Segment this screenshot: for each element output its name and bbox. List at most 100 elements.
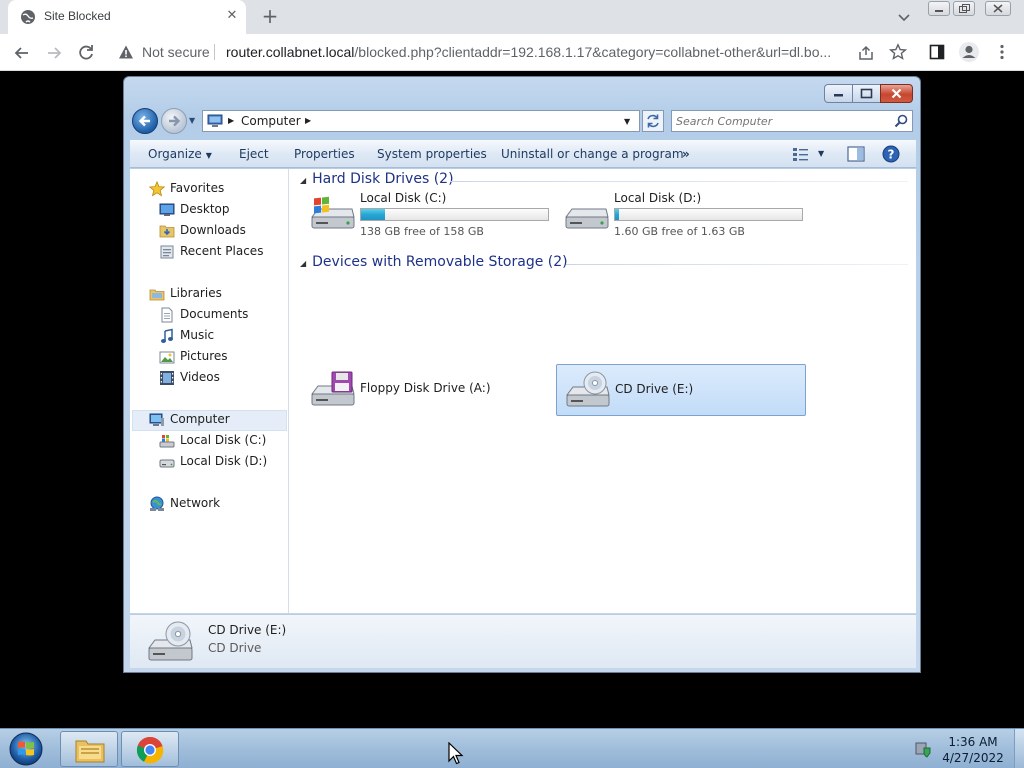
new-tab-icon[interactable]: +: [258, 5, 282, 29]
forward-arrow-icon: [169, 115, 181, 127]
preview-pane-icon[interactable]: [847, 146, 865, 162]
url-host: router.collabnet.local: [226, 44, 355, 60]
hard-drive-icon: [159, 459, 175, 468]
close-icon[interactable]: [985, 1, 1011, 16]
explorer-back-button[interactable]: [132, 108, 158, 134]
show-desktop-button[interactable]: [1014, 729, 1024, 768]
omnibox-divider: [214, 44, 215, 60]
drive-usage-bar: [614, 208, 803, 221]
drive-usage-bar: [360, 208, 549, 221]
view-options-icon[interactable]: [792, 147, 810, 161]
taskbar: 1:36 AM 4/27/2022: [0, 728, 1024, 768]
svg-text:?: ?: [888, 148, 895, 162]
nav-label: Libraries: [170, 286, 222, 300]
recent-pages-dropdown-icon[interactable]: ▼: [189, 116, 195, 125]
clock-time: 1:36 AM: [948, 735, 998, 749]
nav-label: Music: [180, 328, 215, 342]
profile-avatar-icon[interactable]: [958, 41, 980, 63]
star-icon: [149, 181, 165, 197]
drive-floppy-a[interactable]: Floppy Disk Drive (A:): [302, 364, 552, 416]
browser-tabstrip: Site Blocked ✕ +: [0, 0, 1024, 34]
minimize-icon[interactable]: [928, 1, 950, 16]
window-close-icon[interactable]: [880, 84, 913, 103]
uninstall-program-button[interactable]: Uninstall or change a program: [501, 147, 684, 161]
command-bar: Organize ▼ Eject Properties System proper…: [130, 140, 916, 168]
group-divider: [566, 264, 908, 265]
breadcrumb-arrow-icon[interactable]: ▶: [228, 116, 234, 125]
clock-date: 4/27/2022: [942, 751, 1004, 765]
video-film-icon: [160, 371, 174, 385]
properties-button[interactable]: Properties: [294, 147, 355, 161]
security-shield-icon[interactable]: [914, 740, 932, 758]
address-dropdown-icon[interactable]: ▼: [624, 117, 630, 126]
network-globe-icon: [150, 496, 164, 511]
browser-toolbar: Not secure router.collabnet.local/blocke…: [0, 34, 1024, 71]
window-maximize-icon[interactable]: [852, 84, 881, 103]
collapse-triangle-icon: ◢: [300, 176, 307, 185]
taskbar-explorer-button[interactable]: [60, 731, 118, 767]
url-path: /blocked.php?clientaddr=192.168.1.17&cat…: [354, 44, 832, 60]
eject-button[interactable]: Eject: [239, 147, 269, 161]
forward-arrow-icon[interactable]: [40, 39, 68, 67]
back-arrow-icon[interactable]: [8, 39, 36, 67]
refresh-button[interactable]: [642, 110, 664, 132]
taskbar-chrome-button[interactable]: [121, 731, 179, 767]
hard-drive-icon: [565, 208, 609, 229]
folder-icon: [75, 740, 105, 763]
view-options-dropdown-icon[interactable]: ▼: [818, 149, 824, 158]
help-icon[interactable]: ?: [882, 145, 900, 163]
downloads-folder-icon: [159, 225, 175, 238]
window-minimize-icon[interactable]: [824, 84, 853, 103]
globe-icon: [21, 10, 35, 24]
windows-start-icon[interactable]: [6, 731, 46, 767]
explorer-forward-button[interactable]: [161, 108, 187, 134]
cd-drive-icon: [148, 621, 193, 661]
share-icon[interactable]: [857, 44, 875, 62]
group-header-removable[interactable]: ◢ Devices with Removable Storage (2): [300, 254, 568, 270]
drive-usage-fill: [615, 209, 619, 220]
restore-icon[interactable]: [953, 1, 975, 16]
pictures-icon: [159, 351, 175, 364]
drive-name: Local Disk (C:): [360, 191, 447, 205]
browser-tab[interactable]: Site Blocked ✕: [8, 0, 246, 34]
warning-icon[interactable]: [118, 44, 134, 60]
tab-close-icon[interactable]: ✕: [224, 8, 240, 24]
security-label[interactable]: Not secure: [142, 44, 210, 60]
drive-free-space: 1.60 GB free of 1.63 GB: [614, 225, 745, 238]
system-properties-button[interactable]: System properties: [377, 147, 487, 161]
organize-label: Organize: [148, 147, 202, 161]
back-arrow-icon: [138, 115, 150, 127]
group-header-hard-disks[interactable]: ◢ Hard Disk Drives (2): [300, 171, 454, 187]
drive-cd-e[interactable]: CD Drive (E:): [556, 364, 806, 416]
menu-dots-icon[interactable]: [994, 43, 1010, 61]
side-panel-icon[interactable]: [929, 44, 945, 60]
search-input[interactable]: [676, 113, 886, 129]
chevron-down-icon: ▼: [205, 151, 212, 160]
drive-local-disk-d[interactable]: Local Disk (D:) 1.60 GB free of 1.63 GB: [556, 187, 806, 239]
nav-label: Local Disk (C:): [180, 433, 267, 447]
chevron-down-icon[interactable]: [893, 7, 915, 27]
more-commands-button[interactable]: »: [682, 147, 690, 161]
drive-local-disk-c[interactable]: Local Disk (C:) 138 GB free of 158 GB: [302, 187, 552, 239]
nav-label: Desktop: [180, 202, 230, 216]
libraries-icon: [149, 289, 165, 301]
breadcrumb-computer[interactable]: Computer: [241, 114, 301, 128]
search-box[interactable]: [671, 110, 913, 132]
documents-icon: [161, 307, 173, 323]
nav-label: Local Disk (D:): [180, 454, 268, 468]
desktop-icon: [159, 203, 175, 216]
breadcrumb-arrow-icon[interactable]: ▶: [305, 116, 311, 125]
chrome-icon: [136, 736, 164, 764]
system-clock[interactable]: 1:36 AM 4/27/2022: [940, 734, 1006, 766]
organize-button[interactable]: Organize ▼: [148, 147, 212, 161]
address-bar[interactable]: ▶ Computer ▶ ▼: [202, 110, 640, 132]
bookmark-star-icon[interactable]: [889, 43, 907, 61]
cd-drive-icon: [566, 371, 610, 407]
drive-name: Local Disk (D:): [614, 191, 702, 205]
reload-icon[interactable]: [72, 39, 100, 67]
navigation-pane: Favorites Desktop Downloads Recent Place…: [130, 169, 289, 613]
search-icon[interactable]: [894, 114, 908, 128]
drive-name: Floppy Disk Drive (A:): [360, 381, 491, 395]
url-bar[interactable]: router.collabnet.local/blocked.php?clien…: [226, 44, 846, 60]
drive-free-space: 138 GB free of 158 GB: [360, 225, 484, 238]
